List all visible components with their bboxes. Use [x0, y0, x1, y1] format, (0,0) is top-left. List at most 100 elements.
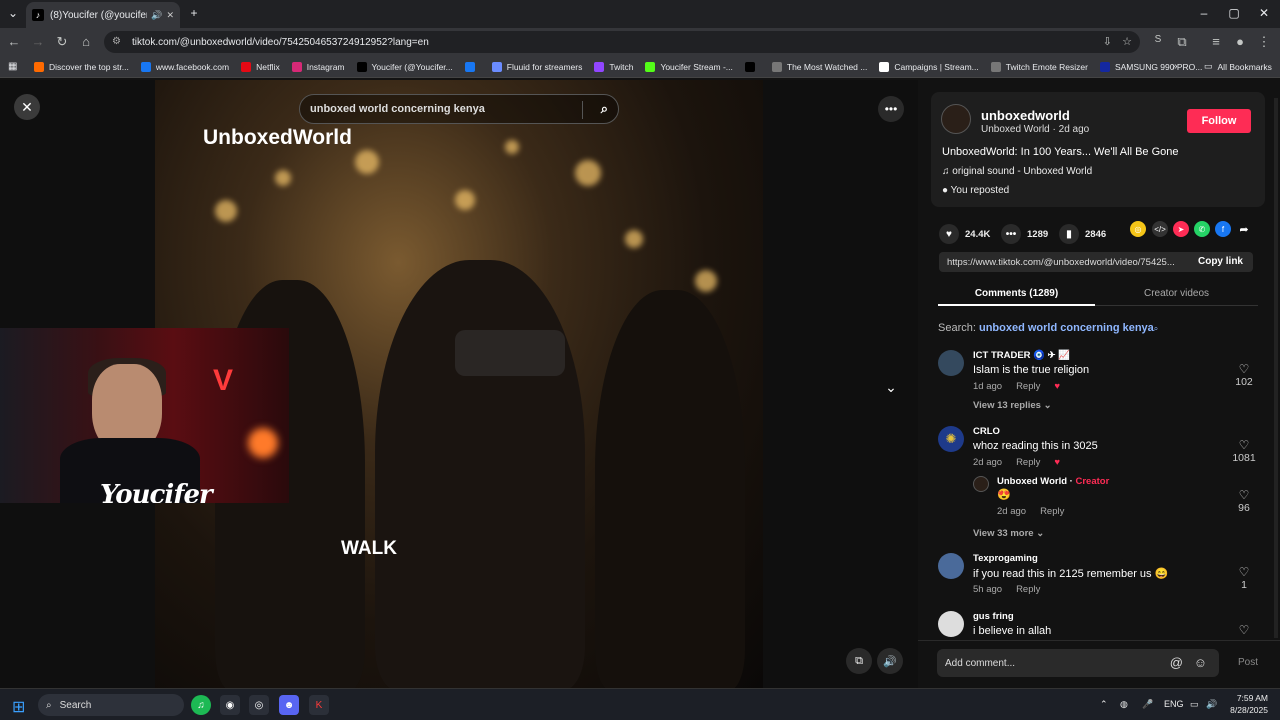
copy-link-button[interactable]: Copy link — [1198, 256, 1243, 267]
apps-grid-icon[interactable]: ▦ — [8, 61, 20, 72]
more-options-button[interactable]: ••• — [878, 96, 904, 122]
bookmark-item[interactable]: Twitch Emote Resizer — [990, 61, 1088, 72]
comment-like-icon[interactable]: ♡ — [1234, 565, 1254, 579]
follow-button[interactable]: Follow — [1187, 109, 1251, 133]
comment-button[interactable]: ••• 1289 — [1001, 224, 1048, 244]
tab-creator-videos[interactable]: Creator videos — [1098, 288, 1255, 299]
tray-expand-icon[interactable]: ⌃ — [1100, 699, 1108, 710]
bookmark-item[interactable]: Twitch — [594, 61, 633, 72]
reply-button[interactable]: Reply — [1016, 584, 1040, 595]
commenter-name[interactable]: Texprogaming — [973, 553, 1038, 564]
comment-like-icon[interactable]: ♡ — [1234, 623, 1254, 637]
install-icon[interactable]: ⇩ — [1103, 35, 1112, 48]
microphone-icon[interactable]: 🎤 — [1142, 699, 1153, 710]
bookmark-item[interactable]: Fluuid for streamers — [491, 61, 582, 72]
windows-start-icon[interactable]: ⊞ — [12, 697, 25, 717]
bookmark-item[interactable]: Discover the top str... — [34, 61, 129, 72]
view-more-replies-button[interactable]: View 33 more ⌄ — [973, 528, 1044, 539]
mini-player-button[interactable]: ⧉ — [846, 648, 872, 674]
tab-comments[interactable]: Comments (1289) — [938, 288, 1095, 299]
browser-tab[interactable]: ♪ (8)Youcifer (@youcifer) | Ti 🔊 ✕ — [26, 2, 180, 28]
next-video-button[interactable]: ⌄ — [878, 374, 904, 400]
close-window-button[interactable]: ✕ — [1256, 6, 1272, 20]
tab-search-icon[interactable]: ⌄ — [5, 6, 21, 20]
close-video-button[interactable]: ✕ — [14, 94, 40, 120]
reload-icon[interactable]: ↻ — [54, 34, 70, 50]
all-bookmarks-folder[interactable]: ▭ All Bookmarks — [1204, 61, 1272, 72]
minimize-button[interactable]: – — [1196, 6, 1212, 20]
commenter-avatar[interactable] — [938, 611, 964, 637]
reply-author[interactable]: Unboxed World · Creator — [997, 476, 1109, 487]
creator-username[interactable]: unboxedworld — [981, 108, 1070, 123]
extension-s-icon[interactable]: S — [1150, 34, 1166, 45]
network-icon[interactable]: ▭ — [1190, 699, 1199, 710]
volume-button[interactable]: 🔊 — [877, 648, 903, 674]
bookmark-item[interactable]: www.facebook.com — [140, 61, 229, 72]
share-friend-icon[interactable]: ◎ — [1130, 221, 1146, 237]
bookmark-item[interactable]: The Most Watched ... — [771, 61, 867, 72]
bookmark-item[interactable]: Instagram — [291, 61, 345, 72]
back-icon[interactable]: ← — [6, 34, 22, 49]
extensions-icon[interactable]: ⧉ — [1174, 34, 1190, 50]
bookmark-item[interactable]: Campaigns | Stream... — [879, 61, 979, 72]
spotify-icon[interactable]: ♫ — [191, 695, 211, 715]
related-search[interactable]: Search: unboxed world concerning kenya⌕ — [938, 322, 1158, 334]
commenter-avatar[interactable] — [938, 350, 964, 376]
search-icon[interactable]: ⌕ — [601, 101, 608, 117]
speaker-icon[interactable]: 🔊 — [151, 10, 162, 21]
overflow-chevron-icon[interactable]: » — [1172, 61, 1178, 72]
system-clock[interactable]: 7:59 AM 8/28/2025 — [1222, 692, 1268, 716]
bookmark-item[interactable]: Youcifer (@Youcifer... — [356, 61, 453, 72]
discord-icon[interactable]: ☻ — [279, 695, 299, 715]
media-control-icon[interactable]: ≡ — [1208, 34, 1224, 49]
save-button[interactable]: ▮ 2846 — [1059, 224, 1106, 244]
commenter-name[interactable]: CRLO — [973, 426, 1000, 437]
reply-button[interactable]: Reply — [1016, 381, 1040, 392]
comment-like-icon[interactable]: ♡ — [1234, 362, 1254, 376]
obs-icon[interactable]: ◎ — [249, 695, 269, 715]
related-search-query[interactable]: unboxed world concerning kenya — [979, 322, 1154, 334]
panel-scrollbar[interactable] — [1274, 98, 1278, 638]
send-icon[interactable]: ➤ — [1173, 221, 1189, 237]
reply-button[interactable]: Reply — [1016, 457, 1040, 468]
volume-icon[interactable]: 🔊 — [1206, 699, 1217, 710]
reply-like-icon[interactable]: ♡ — [1234, 488, 1254, 502]
bookmark-star-icon[interactable]: ☆ — [1122, 35, 1132, 48]
mention-icon[interactable]: @ — [1170, 655, 1183, 670]
address-bar[interactable]: ⚙ tiktok.com/@unboxedworld/video/7542504… — [104, 31, 1140, 53]
commenter-avatar[interactable]: ✺ — [938, 426, 964, 452]
forward-icon[interactable]: ➦ — [1236, 221, 1252, 237]
taskbar-search[interactable]: ⌕ Search — [38, 694, 184, 716]
like-button[interactable]: ♥ 24.4K — [939, 224, 990, 244]
view-replies-button[interactable]: View 13 replies ⌄ — [973, 400, 1052, 411]
comment-like-icon[interactable]: ♡ — [1234, 438, 1254, 452]
sound-link[interactable]: ♫ original sound - Unboxed World — [942, 166, 1092, 177]
chrome-icon[interactable]: ◉ — [220, 695, 240, 715]
bookmark-item[interactable] — [744, 61, 760, 72]
bookmark-item[interactable]: Youcifer Stream -... — [645, 61, 733, 72]
restore-button[interactable]: ▢ — [1226, 6, 1242, 20]
app-k-icon[interactable]: K — [309, 695, 329, 715]
bookmark-item[interactable]: Netflix — [241, 61, 280, 72]
tab-close-icon[interactable]: ✕ — [166, 10, 174, 21]
new-tab-button[interactable]: + — [186, 6, 202, 20]
bookmark-item[interactable]: SAMSUNG 990 PRO... — [1099, 61, 1202, 72]
creator-avatar[interactable] — [941, 104, 971, 134]
reply-button[interactable]: Reply — [1040, 506, 1064, 517]
facebook-icon[interactable]: f — [1215, 221, 1231, 237]
chrome-menu-icon[interactable]: ⋮ — [1256, 34, 1272, 50]
reply-avatar[interactable] — [973, 476, 989, 492]
site-info-icon[interactable]: ⚙ — [112, 36, 124, 48]
share-link-field[interactable]: https://www.tiktok.com/@unboxedworld/vid… — [939, 252, 1253, 272]
post-button[interactable]: Post — [1238, 657, 1258, 668]
forward-icon[interactable]: → — [30, 34, 46, 49]
bookmark-item[interactable] — [464, 61, 480, 72]
profile-avatar-icon[interactable]: ● — [1232, 34, 1248, 49]
home-icon[interactable]: ⌂ — [78, 34, 94, 49]
whatsapp-icon[interactable]: ✆ — [1194, 221, 1210, 237]
search-input[interactable]: unboxed world concerning kenya ⌕ — [299, 94, 619, 124]
commenter-name[interactable]: ICT TRADER 🧿 ✈ 📈 — [973, 350, 1070, 361]
tray-app-icon[interactable]: ◍ — [1120, 699, 1128, 710]
emoji-icon[interactable]: ☺ — [1194, 655, 1207, 670]
language-indicator[interactable]: ENG — [1164, 699, 1184, 709]
